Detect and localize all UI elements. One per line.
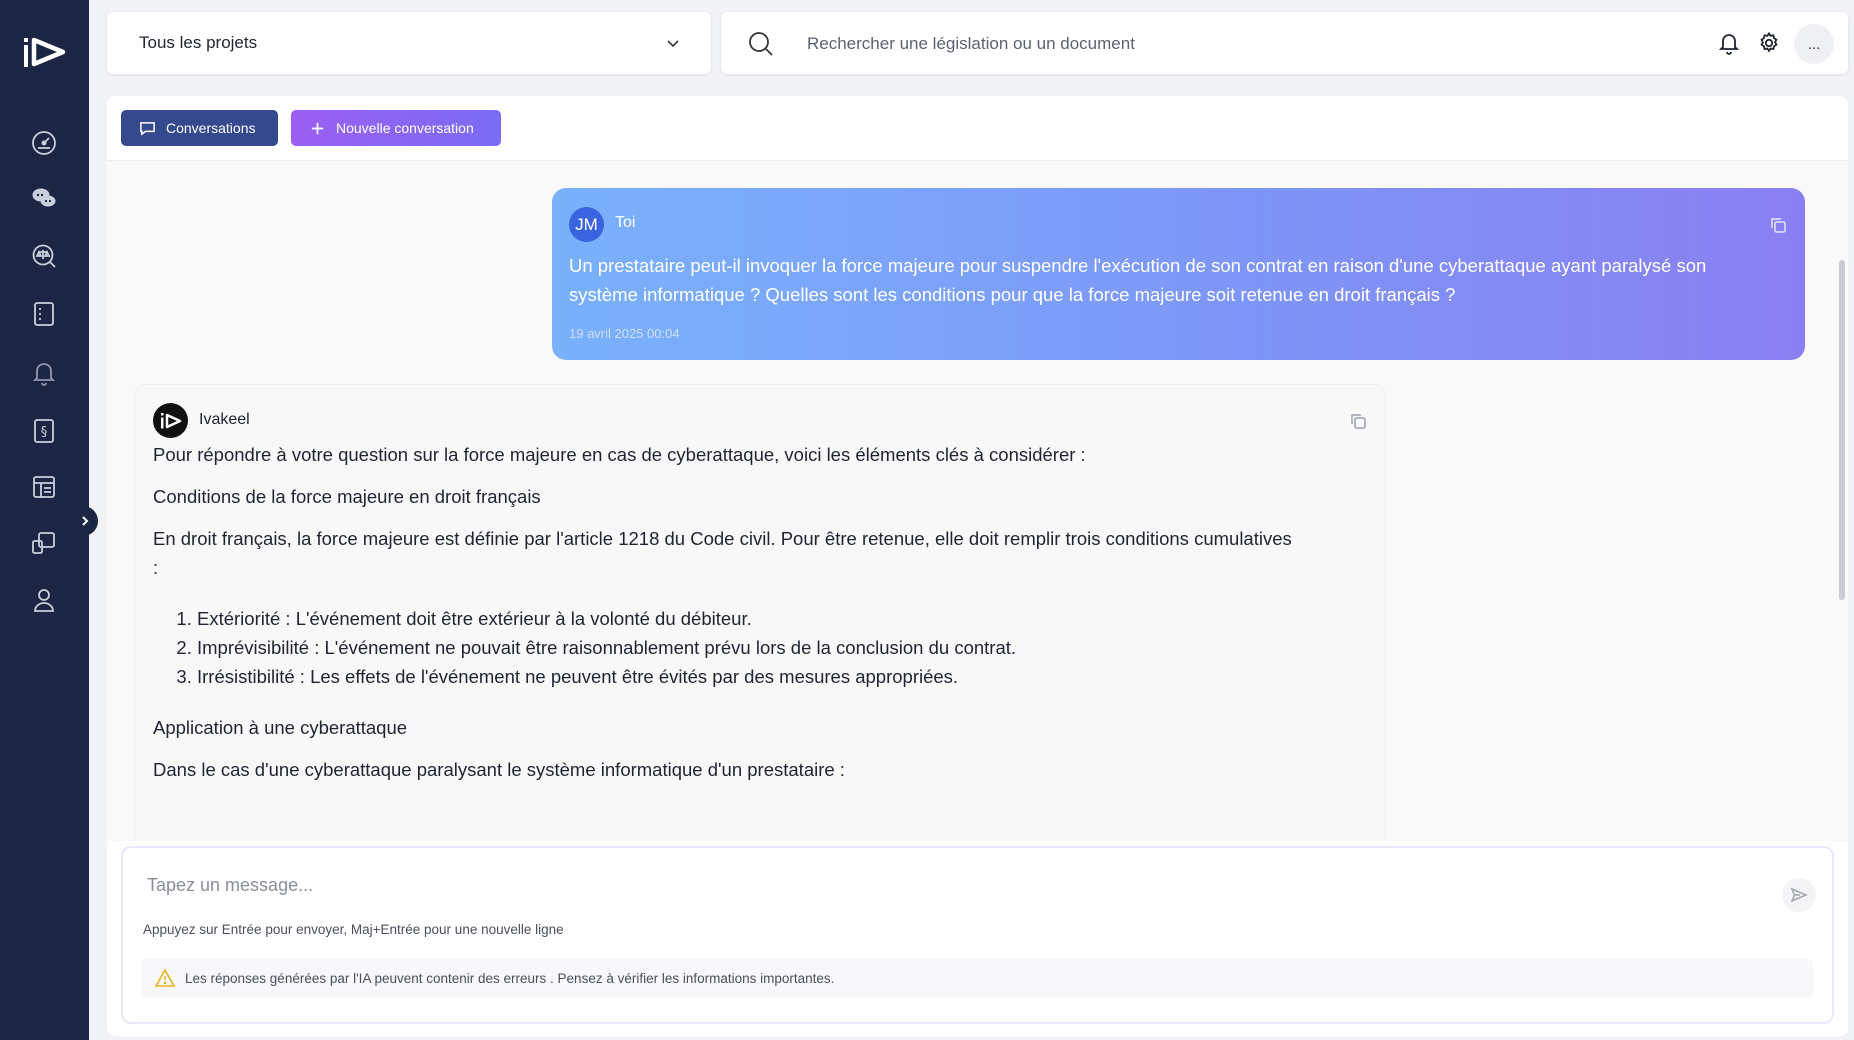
- user-message-text: Un prestataire peut-il invoquer la force…: [569, 255, 1707, 305]
- assistant-heading-conditions: Conditions de la force majeure en droit …: [153, 486, 541, 507]
- conversations-button-label: Conversations: [166, 120, 256, 136]
- conditions-list: Extériorité : L'événement doit être exté…: [153, 604, 1293, 691]
- settings-button[interactable]: [1754, 28, 1784, 58]
- assistant-message-body: Pour répondre à votre question sur la fo…: [153, 440, 1293, 797]
- sidebar-item-legislation[interactable]: §: [26, 413, 62, 449]
- assistant-heading-cyberattack: Application à une cyberattaque: [153, 717, 408, 738]
- ivakeel-logo-icon: [160, 412, 181, 428]
- user-avatar: JM: [569, 207, 604, 242]
- sidebar-item-profile[interactable]: [26, 582, 62, 618]
- search-input[interactable]: [805, 26, 1629, 62]
- chevron-right-icon: [82, 516, 89, 526]
- chevron-down-icon: [667, 40, 679, 48]
- bell-icon: [32, 363, 56, 386]
- gear-icon: [1760, 31, 1778, 53]
- gauge-icon: [32, 131, 56, 155]
- assistant-message: Ivakeel Pour répondre à votre question s…: [134, 384, 1386, 841]
- bell-icon: [1718, 34, 1740, 55]
- main-panel: Conversations Nouvelle conversation JM T…: [107, 96, 1848, 1036]
- list-item: Imprévisibilité : L'événement ne pouvait…: [197, 633, 1293, 662]
- chat-scrollbar[interactable]: [1836, 160, 1848, 840]
- send-button[interactable]: [1782, 878, 1816, 912]
- send-icon: [1790, 887, 1808, 903]
- ai-warning: Les réponses générées par l'IA peuvent c…: [141, 958, 1813, 998]
- user-message-timestamp: 19 avril 2025 00:04: [569, 326, 680, 341]
- assistant-name: Ivakeel: [199, 411, 250, 428]
- assistant-avatar: [153, 403, 188, 438]
- list-item: Irrésistibilité : Les effets de l'événem…: [197, 662, 1293, 691]
- assistant-paragraph: En droit français, la force majeure est …: [153, 528, 1292, 578]
- message-input[interactable]: [145, 868, 1709, 902]
- message-composer: Appuyez sur Entrée pour envoyer, Maj+Ent…: [121, 846, 1834, 1024]
- document-icon: [34, 302, 54, 326]
- sidebar-item-legal-search[interactable]: [26, 238, 62, 274]
- search-icon: [749, 32, 773, 56]
- notifications-button[interactable]: [1714, 28, 1744, 58]
- sidebar-item-templates[interactable]: [26, 469, 62, 505]
- ai-warning-text: Les réponses générées par l'IA peuvent c…: [185, 970, 835, 986]
- warning-icon: [155, 968, 175, 987]
- list-item: Extériorité : L'événement doit être exté…: [197, 604, 1293, 633]
- search-bar: ...: [721, 12, 1848, 74]
- sidebar-item-documents[interactable]: [26, 296, 62, 332]
- sidebar-item-chat[interactable]: [26, 180, 62, 216]
- layout-icon: [33, 476, 55, 498]
- user-name: Toi: [615, 214, 636, 231]
- ivakeel-logo[interactable]: [22, 34, 66, 70]
- sidebar-item-devices[interactable]: [26, 525, 62, 561]
- sidebar-collapse-button[interactable]: [72, 506, 98, 536]
- sidebar-item-alerts[interactable]: [26, 355, 62, 391]
- project-select[interactable]: Tous les projets: [107, 12, 711, 74]
- scales-search-icon: [32, 244, 56, 268]
- new-conversation-button[interactable]: Nouvelle conversation: [291, 110, 501, 146]
- svg-text:§: §: [41, 425, 48, 440]
- new-conversation-button-label: Nouvelle conversation: [336, 120, 474, 136]
- user-icon: [34, 589, 54, 612]
- sidebar-item-dashboard[interactable]: [26, 125, 62, 161]
- chat-area[interactable]: JM Toi Un prestataire peut-il invoquer l…: [107, 160, 1848, 841]
- assistant-paragraph: Dans le cas d'une cyberattaque paralysan…: [153, 759, 845, 780]
- project-select-value: Tous les projets: [139, 33, 258, 52]
- copy-icon[interactable]: [1349, 412, 1367, 430]
- user-message: JM Toi Un prestataire peut-il invoquer l…: [552, 188, 1805, 360]
- chat-bubble-icon: [140, 121, 155, 136]
- composer-hint: Appuyez sur Entrée pour envoyer, Maj+Ent…: [143, 922, 564, 937]
- chat-bubbles-icon: [32, 188, 56, 207]
- plus-icon: [311, 122, 324, 134]
- conversations-button[interactable]: Conversations: [121, 110, 278, 146]
- more-button[interactable]: ...: [1794, 24, 1834, 64]
- copy-icon[interactable]: [1769, 216, 1787, 234]
- section-book-icon: §: [34, 419, 54, 443]
- devices-icon: [32, 532, 55, 554]
- scrollbar-thumb[interactable]: [1839, 260, 1845, 600]
- assistant-intro: Pour répondre à votre question sur la fo…: [153, 444, 1086, 465]
